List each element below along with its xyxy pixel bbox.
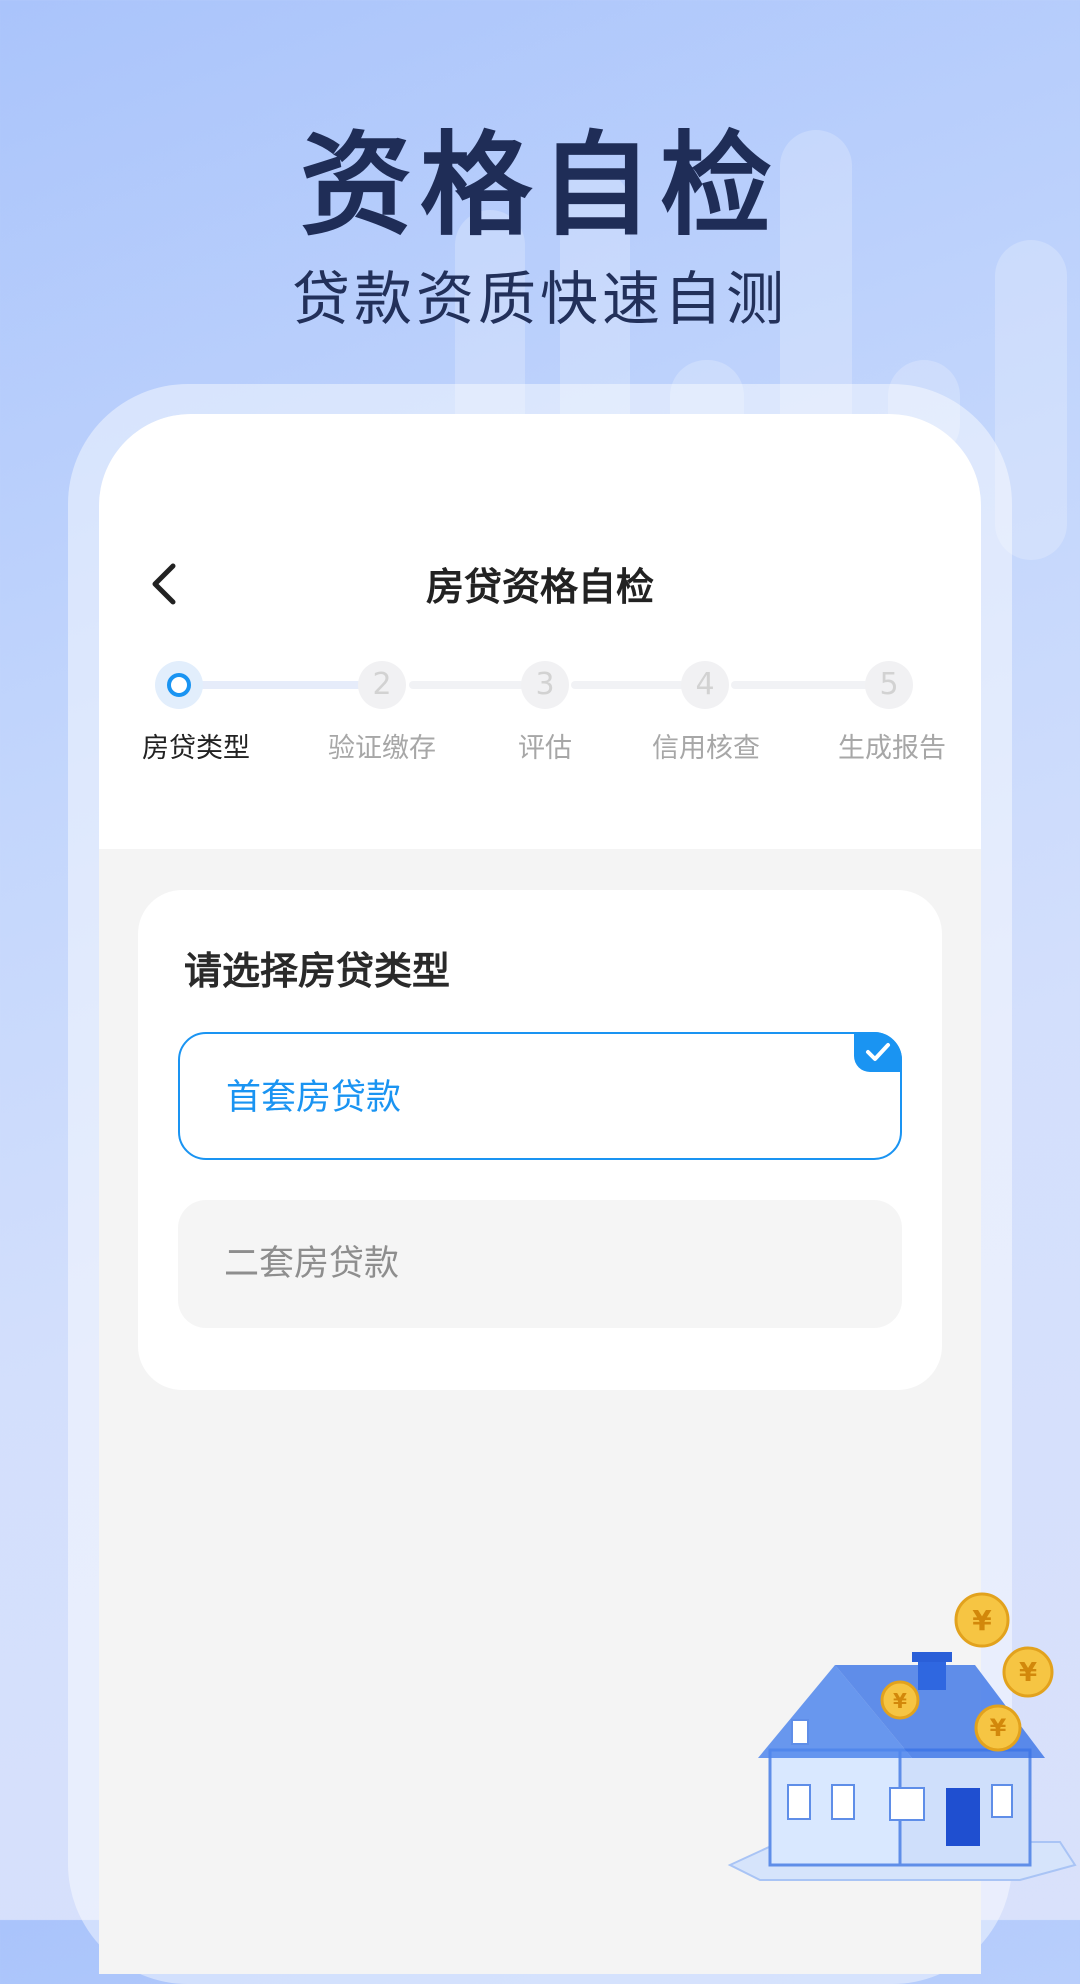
step-label-generate-report: 生成报告 xyxy=(838,733,946,764)
card-title: 请选择房贷类型 xyxy=(184,949,451,993)
option-first-home-loan[interactable]: 首套房贷款 xyxy=(178,1032,902,1160)
option-label: 首套房贷款 xyxy=(226,1078,402,1118)
step-connector xyxy=(197,681,383,689)
screen-header xyxy=(99,414,981,849)
step-label-evaluate: 评估 xyxy=(518,733,572,764)
option-second-home-loan[interactable]: 二套房贷款 xyxy=(178,1200,902,1328)
step-label-house-loan-type: 房贷类型 xyxy=(142,733,250,764)
hero-title: 资格自检 xyxy=(300,121,780,251)
coin-icon: ¥ xyxy=(954,1592,1010,1648)
step-1-dot xyxy=(155,661,203,709)
nav-title: 房贷资格自检 xyxy=(425,565,654,609)
svg-text:¥: ¥ xyxy=(972,1604,992,1637)
loan-type-card: 请选择房贷类型 首套房贷款 二套房贷款 xyxy=(138,890,942,1390)
option-label: 二套房贷款 xyxy=(224,1244,400,1284)
step-4-dot: 4 xyxy=(681,661,729,709)
coin-icon: ¥ xyxy=(974,1704,1022,1752)
check-badge xyxy=(854,1032,902,1072)
checkmark-icon xyxy=(866,1043,890,1061)
step-2-dot: 2 xyxy=(358,661,406,709)
coin-icon: ¥ xyxy=(880,1680,920,1720)
step-5-dot: 5 xyxy=(865,661,913,709)
step-3-dot: 3 xyxy=(521,661,569,709)
step-label-verify-deposit: 验证缴存 xyxy=(328,733,436,764)
hero-subtitle: 贷款资质快速自测 xyxy=(291,265,788,333)
coin-icon: ¥ xyxy=(1002,1646,1054,1698)
step-label-credit-check: 信用核查 xyxy=(652,733,760,764)
svg-text:¥: ¥ xyxy=(893,1689,907,1713)
house-coins-illustration: ¥ ¥ ¥ ¥ xyxy=(727,1592,1077,1881)
svg-text:¥: ¥ xyxy=(1019,1658,1037,1688)
svg-text:¥: ¥ xyxy=(990,1714,1007,1742)
